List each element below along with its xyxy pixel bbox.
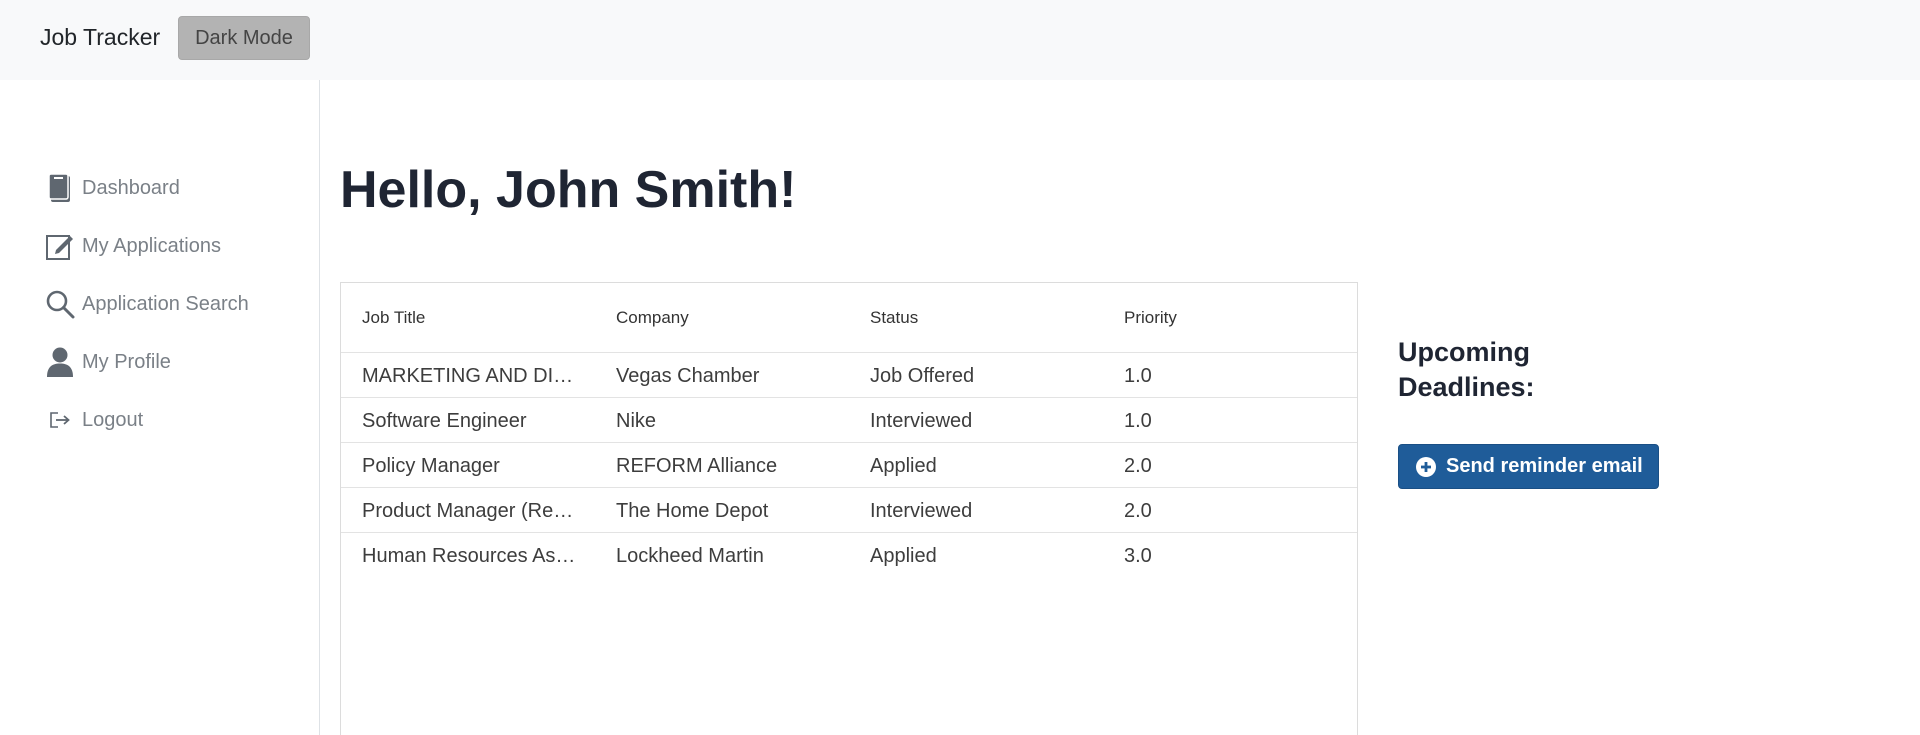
- cell-status: Interviewed: [870, 500, 973, 522]
- dark-mode-button[interactable]: Dark Mode: [178, 16, 310, 60]
- table-row[interactable]: Human Resources Assistant Lockheed Marti…: [341, 533, 1357, 578]
- top-navbar: Job Tracker Dark Mode: [0, 0, 1920, 80]
- cell-company: The Home Depot: [616, 500, 769, 522]
- sidebar-item-label: Dashboard: [82, 177, 180, 199]
- journal-icon: [44, 172, 76, 204]
- sidebar-item-my-applications[interactable]: My Applications: [44, 228, 304, 264]
- sidebar-item-label: My Profile: [82, 351, 171, 373]
- sidebar-item-label: My Applications: [82, 235, 221, 257]
- sidebar-item-label: Logout: [82, 409, 144, 431]
- upcoming-deadlines-title: Upcoming Deadlines:: [1398, 337, 1535, 402]
- column-header-status[interactable]: Status: [870, 308, 1090, 328]
- cell-priority: 1.0: [1124, 365, 1152, 387]
- table-header: Job Title Company Status Priority: [341, 283, 1357, 353]
- sidebar-item-application-search[interactable]: Application Search: [44, 286, 304, 322]
- table-row[interactable]: MARKETING AND DIGITAL Vegas Chamber Job …: [341, 353, 1357, 398]
- cell-priority: 2.0: [1124, 455, 1152, 477]
- column-header-priority[interactable]: Priority: [1124, 308, 1324, 328]
- cell-company: Nike: [616, 410, 657, 432]
- sidebar-item-dashboard[interactable]: Dashboard: [44, 170, 304, 206]
- table-row[interactable]: Software Engineer Nike Interviewed 1.0: [341, 398, 1357, 443]
- pencil-square-icon: [44, 230, 76, 262]
- send-reminder-email-button[interactable]: Send reminder email: [1398, 444, 1659, 489]
- sidebar: Dashboard My Applications Application Se…: [0, 80, 320, 735]
- cell-status: Applied: [870, 455, 937, 477]
- cell-status: Interviewed: [870, 410, 973, 432]
- cell-priority: 2.0: [1124, 500, 1152, 522]
- cell-priority: 1.0: [1124, 410, 1152, 432]
- column-header-company[interactable]: Company: [616, 308, 836, 328]
- cell-job-title: MARKETING AND DIGITAL: [362, 365, 577, 387]
- cell-company: Lockheed Martin: [616, 545, 764, 567]
- sidebar-item-label: Application Search: [82, 293, 249, 315]
- applications-table: Job Title Company Status Priority MARKET…: [340, 282, 1358, 735]
- table-row[interactable]: Policy Manager REFORM Alliance Applied 2…: [341, 443, 1357, 488]
- cell-company: Vegas Chamber: [616, 365, 760, 387]
- person-icon: [44, 346, 76, 378]
- cell-job-title: Policy Manager: [362, 455, 500, 477]
- cell-status: Job Offered: [870, 365, 975, 387]
- cell-company: REFORM Alliance: [616, 455, 778, 477]
- box-arrow-right-icon: [44, 404, 76, 436]
- cell-status: Applied: [870, 545, 937, 567]
- table-row[interactable]: Product Manager (Remote) The Home Depot …: [341, 488, 1357, 533]
- column-header-job-title[interactable]: Job Title: [362, 308, 577, 328]
- send-reminder-email-label: Send reminder email: [1446, 455, 1643, 477]
- page-title: Hello, John Smith!: [340, 161, 797, 219]
- sidebar-item-logout[interactable]: Logout: [44, 402, 304, 438]
- search-icon: [44, 288, 76, 320]
- cell-job-title: Software Engineer: [362, 410, 527, 432]
- cell-job-title: Human Resources Assistant: [362, 545, 577, 567]
- cell-job-title: Product Manager (Remote): [362, 500, 577, 522]
- sidebar-item-my-profile[interactable]: My Profile: [44, 344, 304, 380]
- cell-priority: 3.0: [1124, 545, 1152, 567]
- plus-circle-icon: [1416, 456, 1436, 477]
- app-brand[interactable]: Job Tracker: [40, 23, 160, 51]
